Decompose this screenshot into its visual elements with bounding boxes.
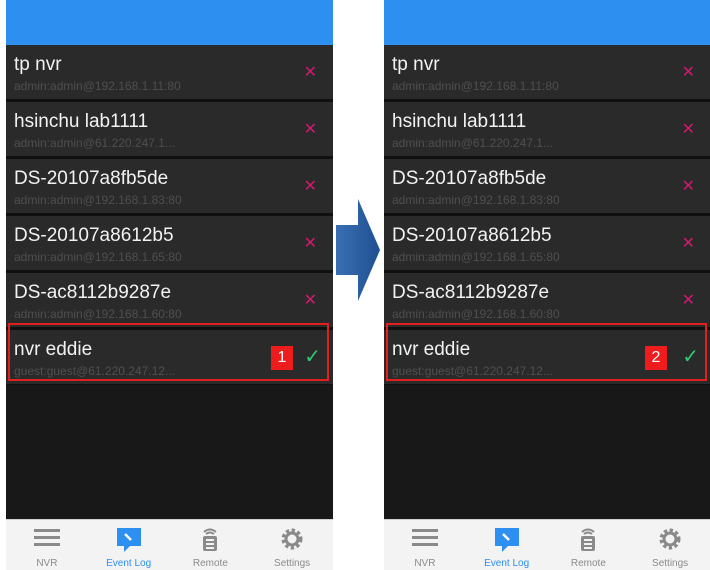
tab-label: Settings xyxy=(274,558,311,569)
list-icon xyxy=(411,529,438,546)
nvr-address: admin:admin@61.220.247.1... xyxy=(14,136,175,150)
list-item[interactable]: hsinchu lab1111 admin:admin@61.220.247.1… xyxy=(384,102,710,159)
tab-label: Remote xyxy=(192,558,228,569)
nvr-name: hsinchu lab1111 xyxy=(392,111,527,132)
remote-icon xyxy=(581,528,596,551)
nvr-name: tp nvr xyxy=(392,54,440,75)
nvr-name: DS-ac8112b9287e xyxy=(14,282,172,303)
nvr-address: admin:admin@192.168.1.11:80 xyxy=(14,79,181,93)
nvr-address: admin:admin@192.168.1.65:80 xyxy=(392,250,560,264)
delete-icon[interactable]: ✕ xyxy=(682,122,695,138)
step-badge: 1 xyxy=(271,346,293,370)
event-log-icon xyxy=(494,528,519,552)
nvr-address: guest:guest@61.220.247.12... xyxy=(392,364,553,378)
tab-nvr[interactable]: NVR xyxy=(384,520,466,570)
nvr-name: DS-ac8112b9287e xyxy=(392,282,550,303)
tab-label: Event Log xyxy=(106,558,152,569)
nvr-name: DS-20107a8fb5de xyxy=(14,168,169,189)
nvr-name: DS-20107a8fb5de xyxy=(392,168,547,189)
top-bar xyxy=(384,0,710,45)
tab-settings[interactable]: Settings xyxy=(629,520,710,570)
list-item[interactable]: DS-ac8112b9287e admin:admin@192.168.1.60… xyxy=(6,273,333,330)
nvr-address: admin:admin@192.168.1.11:80 xyxy=(392,79,559,93)
nvr-address: guest:guest@61.220.247.12... xyxy=(14,364,175,378)
arrow-right-icon xyxy=(336,199,380,301)
tab-bar: NVR Event Log Remote Settings xyxy=(6,519,333,570)
tab-event-log[interactable]: Event Log xyxy=(466,520,548,570)
list-item[interactable]: DS-20107a8fb5de admin:admin@192.168.1.83… xyxy=(384,159,710,216)
gear-icon xyxy=(659,528,681,550)
nvr-address: admin:admin@61.220.247.1... xyxy=(392,136,553,150)
delete-icon[interactable]: ✕ xyxy=(682,179,695,195)
step-badge: 2 xyxy=(645,346,667,370)
delete-icon[interactable]: ✕ xyxy=(682,293,695,309)
nvr-name: nvr eddie xyxy=(14,339,93,360)
tab-nvr[interactable]: NVR xyxy=(6,520,88,570)
nvr-name: tp nvr xyxy=(14,54,62,75)
tab-settings[interactable]: Settings xyxy=(251,520,333,570)
nvr-name: nvr eddie xyxy=(392,339,471,360)
list-item[interactable]: hsinchu lab1111 admin:admin@61.220.247.1… xyxy=(6,102,333,159)
nvr-address: admin:admin@192.168.1.60:80 xyxy=(14,307,182,321)
tab-bar: NVR Event Log Remote Settings xyxy=(384,519,710,570)
nvr-address: admin:admin@192.168.1.83:80 xyxy=(392,193,560,207)
delete-icon[interactable]: ✕ xyxy=(682,236,695,252)
nvr-address: admin:admin@192.168.1.83:80 xyxy=(14,193,182,207)
check-icon: ✓ xyxy=(304,346,321,368)
list-item[interactable]: DS-20107a8fb5de admin:admin@192.168.1.83… xyxy=(6,159,333,216)
gear-icon xyxy=(281,528,303,550)
nvr-name: DS-20107a8612b5 xyxy=(392,225,552,246)
nvr-name: DS-20107a8612b5 xyxy=(14,225,174,246)
delete-icon[interactable]: ✕ xyxy=(304,236,317,252)
check-icon: ✓ xyxy=(682,346,699,368)
nvr-address: admin:admin@192.168.1.65:80 xyxy=(14,250,182,264)
nvr-address: admin:admin@192.168.1.60:80 xyxy=(392,307,560,321)
tab-event-log[interactable]: Event Log xyxy=(88,520,170,570)
tab-label: Event Log xyxy=(484,558,530,569)
delete-icon[interactable]: ✕ xyxy=(304,179,317,195)
nvr-name: hsinchu lab1111 xyxy=(14,111,149,132)
nvr-list: tp nvr admin:admin@192.168.1.11:80 ✕ hsi… xyxy=(6,45,333,387)
tab-label: NVR xyxy=(414,558,436,569)
delete-icon[interactable]: ✕ xyxy=(304,122,317,138)
tab-remote[interactable]: Remote xyxy=(548,520,630,570)
event-log-icon xyxy=(116,528,141,552)
tab-remote[interactable]: Remote xyxy=(170,520,252,570)
list-item-selected[interactable]: nvr eddie guest:guest@61.220.247.12... 1… xyxy=(6,330,333,387)
list-item-selected[interactable]: nvr eddie guest:guest@61.220.247.12... 2… xyxy=(384,330,710,387)
remote-icon xyxy=(203,528,218,551)
list-item[interactable]: tp nvr admin:admin@192.168.1.11:80 ✕ xyxy=(6,45,333,102)
phone-screen-left: tp nvr admin:admin@192.168.1.11:80 ✕ hsi… xyxy=(6,0,333,570)
tab-label: NVR xyxy=(36,558,58,569)
phone-screen-right: tp nvr admin:admin@192.168.1.11:80 ✕ hsi… xyxy=(384,0,710,570)
tab-label: Settings xyxy=(652,558,689,569)
list-item[interactable]: DS-ac8112b9287e admin:admin@192.168.1.60… xyxy=(384,273,710,330)
list-icon xyxy=(33,529,60,546)
delete-icon[interactable]: ✕ xyxy=(304,65,317,81)
delete-icon[interactable]: ✕ xyxy=(304,293,317,309)
list-item[interactable]: DS-20107a8612b5 admin:admin@192.168.1.65… xyxy=(6,216,333,273)
nvr-list: tp nvr admin:admin@192.168.1.11:80 ✕ hsi… xyxy=(384,45,710,387)
empty-area xyxy=(384,385,710,519)
tab-label: Remote xyxy=(570,558,606,569)
list-item[interactable]: DS-20107a8612b5 admin:admin@192.168.1.65… xyxy=(384,216,710,273)
empty-area xyxy=(6,385,333,519)
delete-icon[interactable]: ✕ xyxy=(682,65,695,81)
top-bar xyxy=(6,0,333,45)
list-item[interactable]: tp nvr admin:admin@192.168.1.11:80 ✕ xyxy=(384,45,710,102)
